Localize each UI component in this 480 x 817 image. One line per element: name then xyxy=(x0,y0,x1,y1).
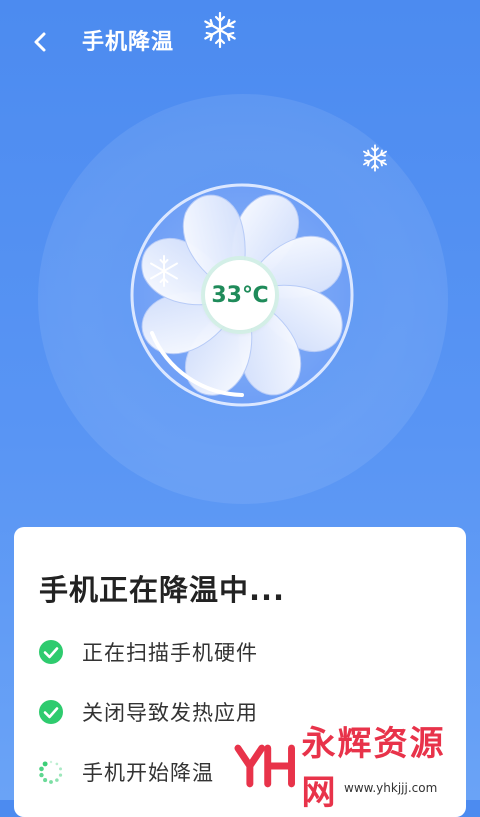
spinner-dot xyxy=(59,767,62,771)
watermark-text: 永辉资源网 xyxy=(301,724,446,813)
watermark-logo xyxy=(234,744,295,788)
step-item: 正在扫描手机硬件 xyxy=(38,637,258,667)
spinner-dot xyxy=(58,773,63,777)
back-icon[interactable] xyxy=(26,28,54,56)
status-title: 手机正在降温中... xyxy=(39,573,286,607)
spinner-dot xyxy=(49,760,53,764)
step-item: 手机开始降温 xyxy=(38,757,214,787)
temperature-badge: 33℃ xyxy=(205,260,275,330)
spinner-dot xyxy=(49,780,53,784)
step-item: 关闭导致发热应用 xyxy=(38,697,258,727)
spinner-dot xyxy=(39,772,44,778)
spinner-dot xyxy=(39,766,44,772)
spinner-dot xyxy=(55,762,59,766)
step-label: 正在扫描手机硬件 xyxy=(82,641,258,665)
site-watermark: 永辉资源网 www.yhkjjj.com xyxy=(234,724,480,813)
app-header: 手机降温 xyxy=(0,0,480,88)
watermark-url: www.yhkjjj.com xyxy=(344,781,438,795)
snowflake-icon xyxy=(204,11,236,49)
page-title: 手机降温 xyxy=(82,30,175,55)
loading-spinner-icon xyxy=(38,759,64,785)
check-circle-icon xyxy=(38,639,64,665)
check-circle-icon xyxy=(38,699,64,725)
spinner-dot xyxy=(42,761,48,767)
step-label: 关闭导致发热应用 xyxy=(82,701,258,725)
step-label: 手机开始降温 xyxy=(82,761,214,785)
spinner-dot xyxy=(55,778,59,782)
spinner-dot xyxy=(43,778,48,783)
